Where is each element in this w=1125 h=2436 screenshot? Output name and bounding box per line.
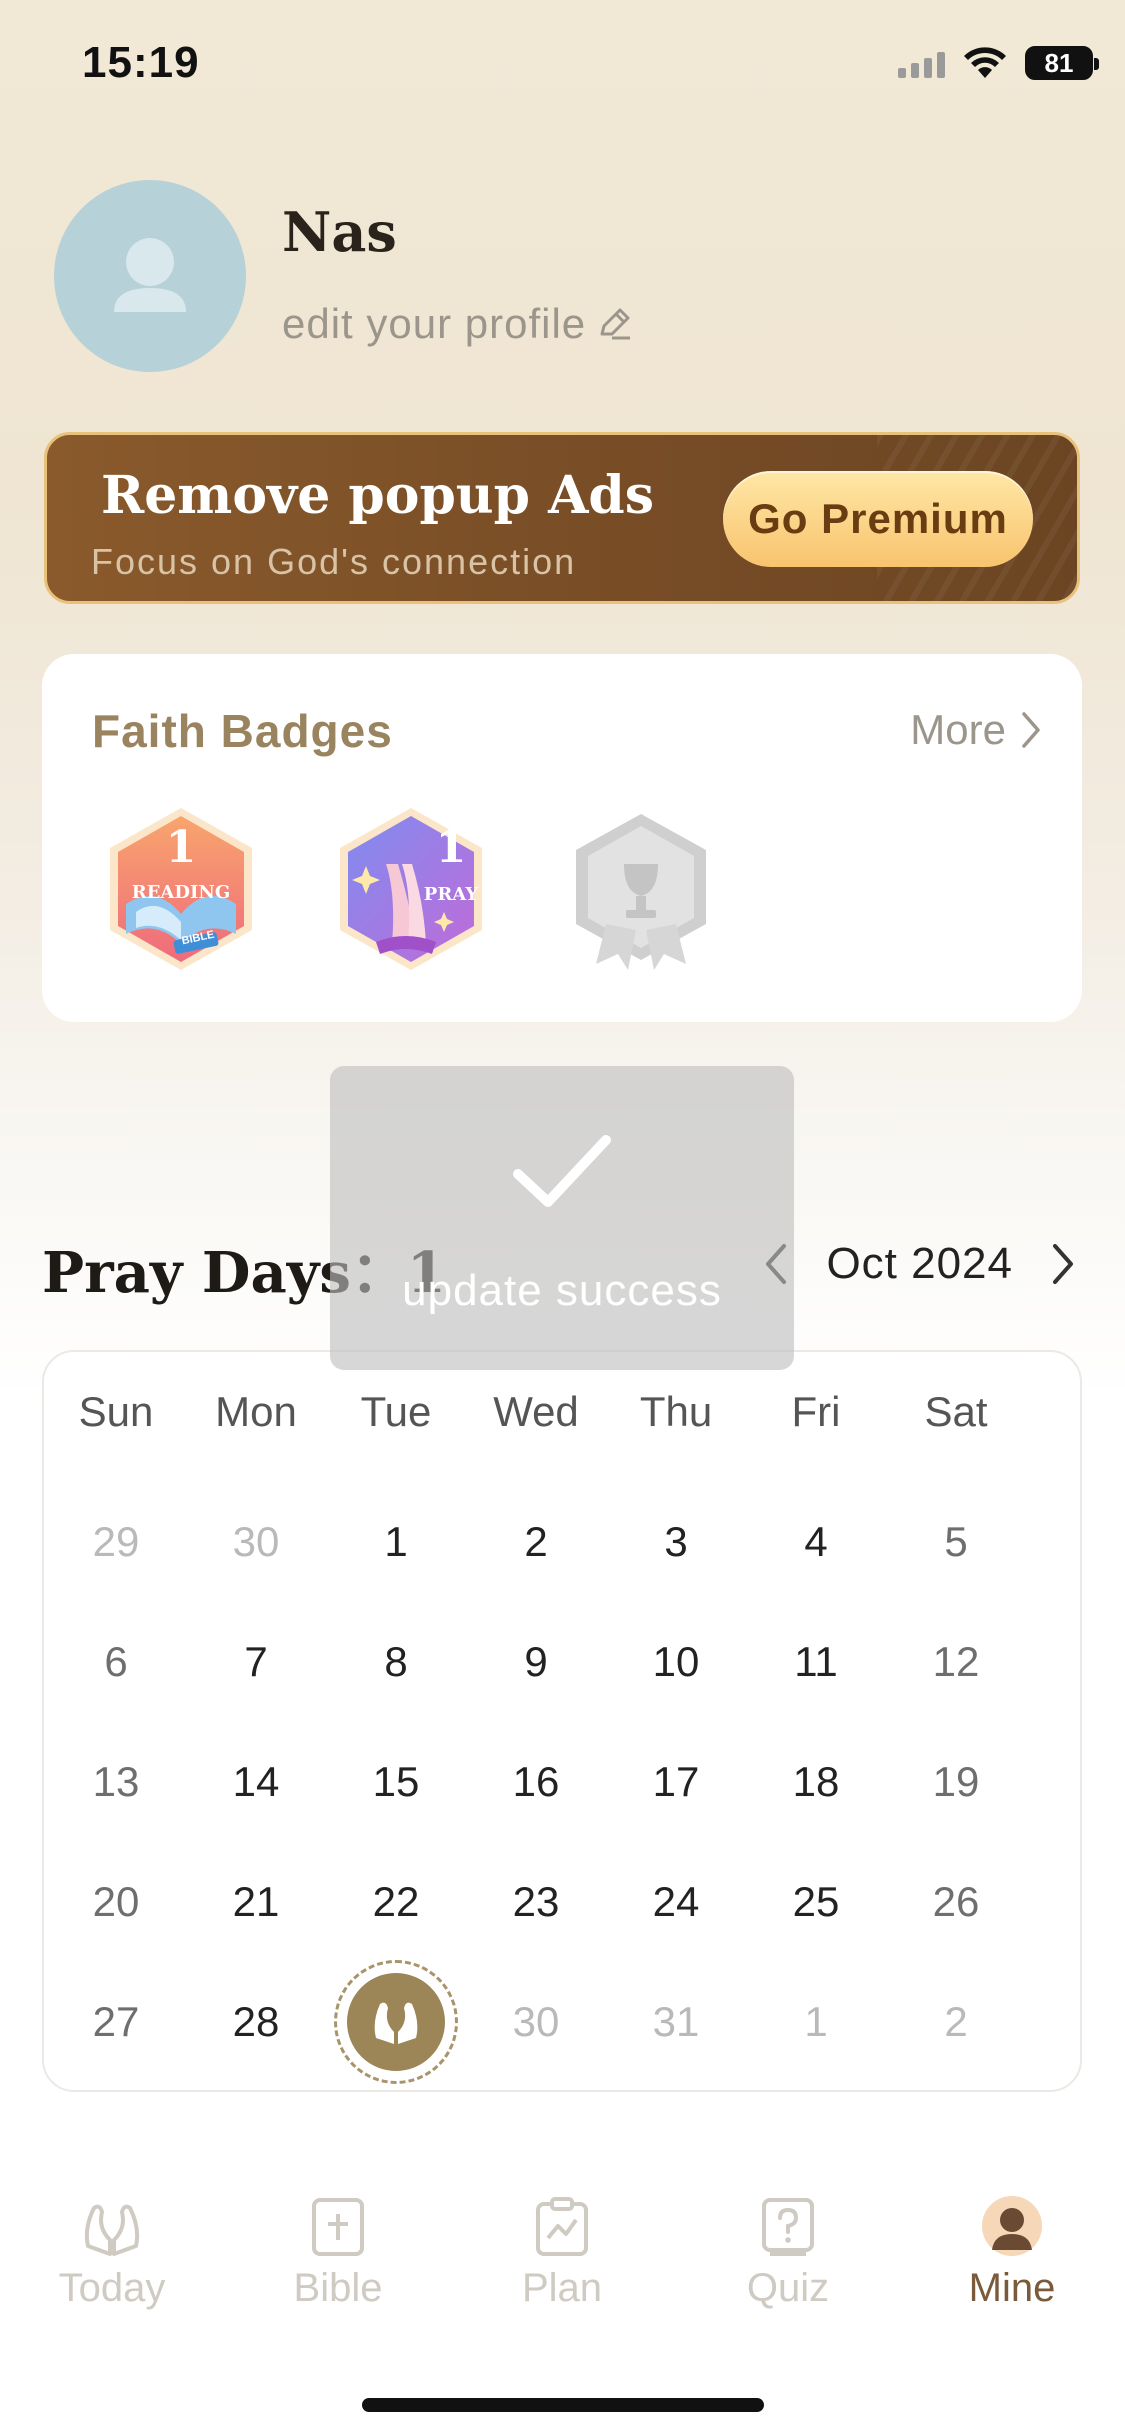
calendar-day[interactable]: 16 xyxy=(466,1742,606,1822)
calendar-day[interactable]: 5 xyxy=(886,1502,1026,1582)
calendar-day[interactable]: 6 xyxy=(46,1622,186,1702)
reading-badge-label: READING xyxy=(131,882,231,903)
tab-bible[interactable]: Bible xyxy=(248,2178,428,2311)
avatar[interactable] xyxy=(54,180,246,372)
toast-message: update success xyxy=(402,1266,722,1315)
calendar-day[interactable]: 2 xyxy=(466,1502,606,1582)
praying-hands-icon xyxy=(347,1973,445,2071)
checkmark-icon xyxy=(513,1135,611,1207)
next-month-button[interactable] xyxy=(1043,1236,1083,1292)
user-name: Nas xyxy=(282,200,397,264)
today-pray-marker[interactable] xyxy=(334,1960,458,2084)
calendar-day[interactable]: 4 xyxy=(746,1502,886,1582)
calendar-day[interactable]: 7 xyxy=(186,1622,326,1702)
pray-badge-count: 1 xyxy=(435,822,467,873)
weekday-label: Fri xyxy=(791,1388,841,1435)
calendar-day[interactable]: 9 xyxy=(466,1622,606,1702)
calendar-day[interactable]: 28 xyxy=(186,1982,326,2062)
premium-title: Remove popup Ads xyxy=(101,465,655,526)
calendar-day[interactable]: 25 xyxy=(746,1862,886,1942)
tab-label: Bible xyxy=(293,2266,383,2310)
home-indicator xyxy=(362,2398,764,2412)
praying-hands-icon xyxy=(22,2178,202,2258)
go-premium-button[interactable]: Go Premium xyxy=(723,471,1033,567)
calendar-day[interactable]: 29 xyxy=(46,1502,186,1582)
calendar-day[interactable]: 2 xyxy=(886,1982,1026,2062)
chevron-right-icon xyxy=(1022,712,1040,748)
calendar-day[interactable]: 18 xyxy=(746,1742,886,1822)
calendar-day[interactable]: 15 xyxy=(326,1742,466,1822)
tab-plan[interactable]: Plan xyxy=(472,2178,652,2311)
tab-mine[interactable]: Mine xyxy=(922,2178,1102,2311)
calendar-day[interactable]: 21 xyxy=(186,1862,326,1942)
badges-more-link[interactable]: More xyxy=(910,706,1042,754)
bible-icon xyxy=(248,2178,428,2258)
weekday-label: Wed xyxy=(493,1388,579,1435)
tab-label: Mine xyxy=(968,2266,1056,2310)
calendar-day[interactable]: 26 xyxy=(886,1862,1026,1942)
pray-badge[interactable]: 1 PRAY xyxy=(326,804,496,974)
calendar-day[interactable]: 10 xyxy=(606,1622,746,1702)
weekday-label: Mon xyxy=(215,1388,297,1435)
locked-trophy-badge-icon xyxy=(576,814,706,970)
plan-clipboard-icon xyxy=(472,2178,652,2258)
calendar-day[interactable]: 31 xyxy=(606,1982,746,2062)
user-avatar-icon xyxy=(922,2178,1102,2258)
wifi-icon xyxy=(964,47,1006,78)
tab-label: Quiz xyxy=(746,2266,830,2310)
reading-badge[interactable]: 1 READING BIBLE xyxy=(96,804,266,974)
status-time: 15:19 xyxy=(82,38,200,87)
weekday-label: Sun xyxy=(78,1388,154,1435)
calendar-day[interactable]: 1 xyxy=(326,1502,466,1582)
calendar-day[interactable]: 30 xyxy=(186,1502,326,1582)
calendar-day[interactable]: 30 xyxy=(466,1982,606,2062)
calendar-day[interactable]: 3 xyxy=(606,1502,746,1582)
month-navigator: Oct 2024 xyxy=(756,1236,1083,1292)
calendar-day[interactable]: 22 xyxy=(326,1862,466,1942)
faith-badges-card: Faith Badges More 1 READING BIBLE 1 PRAY xyxy=(42,654,1082,1022)
calendar-day[interactable]: 12 xyxy=(886,1622,1026,1702)
premium-banner[interactable]: Remove popup Ads Focus on God's connecti… xyxy=(44,432,1080,604)
edit-profile-link[interactable]: edit your profile xyxy=(282,300,634,348)
badges-title: Faith Badges xyxy=(92,705,393,757)
locked-badge[interactable] xyxy=(556,804,726,974)
more-label: More xyxy=(910,706,1006,753)
tab-label: Today xyxy=(58,2266,166,2310)
status-icons: 81 xyxy=(898,46,1099,80)
calendar-day[interactable]: 14 xyxy=(186,1742,326,1822)
chevron-right-icon xyxy=(1053,1244,1073,1284)
default-user-icon xyxy=(114,238,186,312)
edit-profile-label: edit your profile xyxy=(282,300,587,347)
cellular-signal-icon xyxy=(898,48,945,78)
calendar-day[interactable]: 1 xyxy=(746,1982,886,2062)
calendar-day[interactable]: 19 xyxy=(886,1742,1026,1822)
current-month: Oct 2024 xyxy=(826,1239,1013,1288)
calendar: Sun Mon Tue Wed Thu Fri Sat 29 30 1 2 3 4 5 6 7 8… xyxy=(42,1350,1082,2092)
weekday-label: Tue xyxy=(360,1388,432,1435)
tab-label: Plan xyxy=(521,2266,603,2310)
tab-today[interactable]: Today xyxy=(22,2178,202,2311)
calendar-day[interactable]: 11 xyxy=(746,1622,886,1702)
calendar-day[interactable]: 24 xyxy=(606,1862,746,1942)
calendar-day[interactable]: 23 xyxy=(466,1862,606,1942)
reading-badge-count: 1 xyxy=(165,822,197,873)
weekday-header: Sun Mon Tue Wed Thu Fri Sat xyxy=(44,1388,1082,1436)
tab-quiz[interactable]: Quiz xyxy=(698,2178,878,2311)
weekday-label: Sat xyxy=(924,1388,988,1435)
quiz-icon xyxy=(698,2178,878,2258)
calendar-day[interactable]: 8 xyxy=(326,1622,466,1702)
pray-badge-label: PRAY xyxy=(423,884,479,905)
pencil-icon xyxy=(600,308,631,340)
calendar-day[interactable]: 17 xyxy=(606,1742,746,1822)
update-success-toast: update success xyxy=(330,1066,794,1370)
weekday-label: Thu xyxy=(639,1388,713,1435)
calendar-day[interactable]: 20 xyxy=(46,1862,186,1942)
battery-icon: 81 xyxy=(1025,46,1099,80)
premium-subtitle: Focus on God's connection xyxy=(91,541,577,582)
calendar-day[interactable]: 27 xyxy=(46,1982,186,2062)
calendar-day[interactable]: 13 xyxy=(46,1742,186,1822)
